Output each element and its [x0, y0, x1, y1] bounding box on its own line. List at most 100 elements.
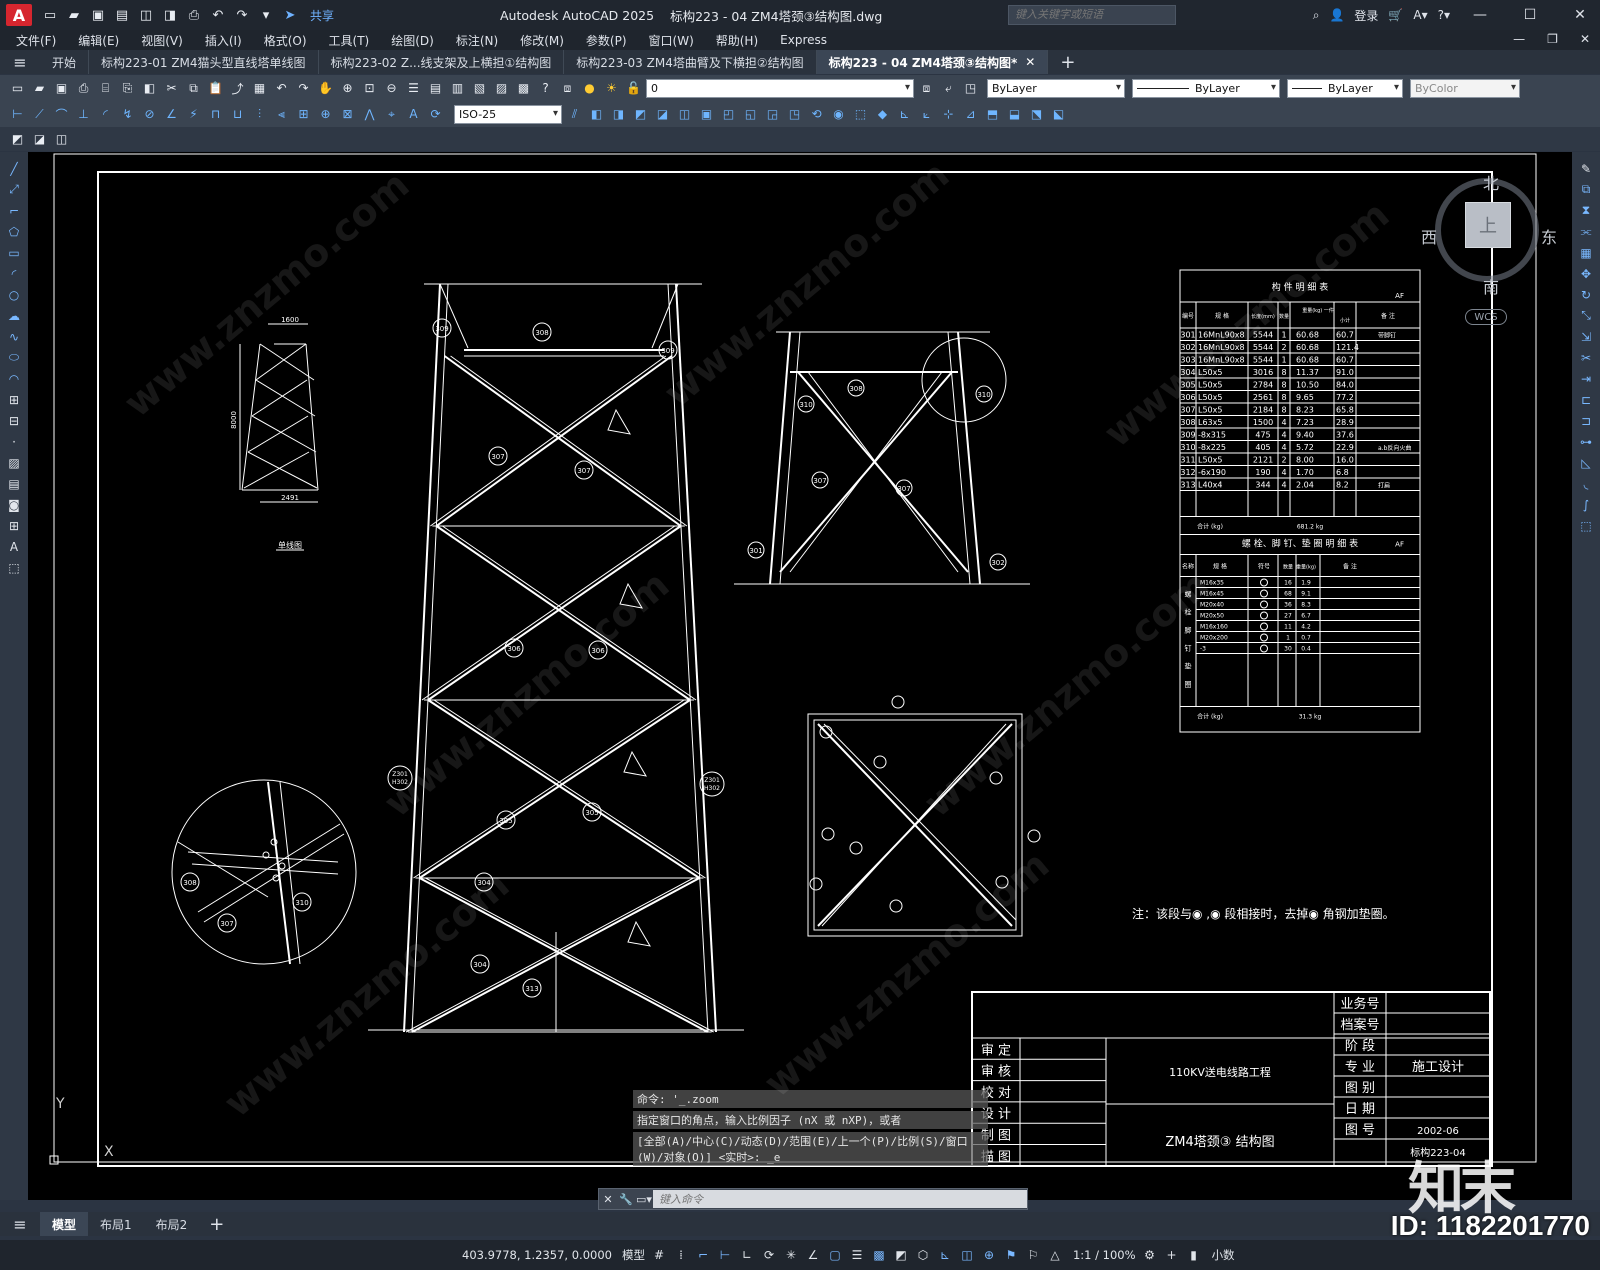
polar-icon[interactable]: ⟳ [761, 1248, 777, 1262]
join-icon[interactable]: ⊶ [1577, 433, 1595, 450]
compass-east[interactable]: 东 [1541, 224, 1557, 248]
file-tabs-menu-icon[interactable]: ≡ [0, 53, 40, 72]
block-editor-icon[interactable]: ▦ [250, 79, 269, 98]
menu-dimension[interactable]: 标注(N) [456, 32, 498, 49]
annotation-monitor-icon[interactable]: + [1164, 1248, 1180, 1262]
offset-icon[interactable]: ⫘ [1577, 223, 1595, 240]
dim-continue-icon[interactable]: ⊔ [228, 105, 247, 124]
break-point-icon[interactable]: ⊏ [1577, 391, 1595, 408]
tab-layout1[interactable]: 布局1 [88, 1212, 144, 1236]
view-back-icon[interactable]: ◨ [609, 105, 628, 124]
viewcube[interactable]: 北 南 西 东 上 WCS [1413, 162, 1563, 332]
menu-edit[interactable]: 编辑(E) [78, 32, 119, 49]
spline-icon[interactable]: ∿ [5, 328, 23, 345]
gizmo-icon[interactable]: ⊕ [981, 1248, 997, 1262]
workspace-icon[interactable]: ⚙ [1142, 1248, 1158, 1262]
compass-north[interactable]: 北 [1483, 170, 1499, 194]
dim-arc-icon[interactable]: ⌒ [52, 105, 71, 124]
menu-express[interactable]: Express [780, 33, 827, 47]
dim-ordinate-icon[interactable]: ⊥ [74, 105, 93, 124]
dim-text-edit-icon[interactable]: A [404, 105, 423, 124]
qnew-icon[interactable]: ▭ [8, 79, 27, 98]
close-tab-icon[interactable]: ✕ [1025, 55, 1035, 69]
menu-tools[interactable]: 工具(T) [329, 32, 370, 49]
ortho-icon[interactable]: ∟ [739, 1248, 755, 1262]
revcloud-icon[interactable]: ☁ [5, 307, 23, 324]
layer-properties-icon[interactable]: ⧈ [558, 79, 577, 98]
isodraft-icon[interactable]: ✳ [783, 1248, 799, 1262]
command-input[interactable] [653, 1190, 1027, 1208]
web-open-icon[interactable]: ◫ [136, 5, 156, 25]
inspection-icon[interactable]: ⊠ [338, 105, 357, 124]
lineweight-dropdown[interactable]: ByLayer [1287, 78, 1403, 98]
auto-scale-icon[interactable]: ⚐ [1025, 1248, 1041, 1262]
named-ucs-icon[interactable]: ◪ [30, 130, 49, 149]
app-menu-button[interactable]: A [6, 4, 32, 26]
viewcube-top-face[interactable]: 上 [1465, 202, 1511, 248]
circle-icon[interactable]: ○ [5, 286, 23, 303]
undo-icon[interactable]: ↶ [272, 79, 291, 98]
ucs-origin-icon[interactable]: ⊹ [939, 105, 958, 124]
dim-update-icon[interactable]: ⟳ [426, 105, 445, 124]
zoom-realtime-icon[interactable]: ⊕ [338, 79, 357, 98]
dim-edit-icon[interactable]: ⌖ [382, 105, 401, 124]
doc-minimize-button[interactable]: — [1513, 32, 1525, 46]
coordinate-readout[interactable]: 403.9778, 1.2357, 0.0000 [462, 1248, 612, 1262]
trim-icon[interactable]: ✂ [1577, 349, 1595, 366]
array-icon[interactable]: ▦ [1577, 244, 1595, 261]
layer-on-icon[interactable]: ● [580, 79, 599, 98]
ellipse-arc-icon[interactable]: ◠ [5, 370, 23, 387]
view-se-icon[interactable]: ◱ [741, 105, 760, 124]
rectangle-icon[interactable]: ▭ [5, 244, 23, 261]
help-icon[interactable]: ?▾ [1438, 8, 1450, 22]
menu-window[interactable]: 窗口(W) [649, 32, 694, 49]
grid-icon[interactable]: # [651, 1248, 667, 1262]
mirror-icon[interactable]: ⧗ [1577, 202, 1595, 219]
add-selected-icon[interactable]: ⬚ [5, 559, 23, 576]
polyline-icon[interactable]: ⌐ [5, 202, 23, 219]
extend-icon[interactable]: ⇥ [1577, 370, 1595, 387]
menu-help[interactable]: 帮助(H) [716, 32, 758, 49]
zoom-previous-icon[interactable]: ⊖ [382, 79, 401, 98]
layer-iso-icon[interactable]: ◳ [961, 79, 980, 98]
visual-style-icon[interactable]: ◆ [873, 105, 892, 124]
properties-icon[interactable]: ☰ [404, 79, 423, 98]
menu-modify[interactable]: 修改(M) [520, 32, 564, 49]
dim-baseline-icon[interactable]: ⊓ [206, 105, 225, 124]
dim-angular-icon[interactable]: ∠ [162, 105, 181, 124]
view-front-icon[interactable]: ◧ [587, 105, 606, 124]
ucs-face-icon[interactable]: ⬔ [1027, 105, 1046, 124]
menu-view[interactable]: 视图(V) [141, 32, 183, 49]
save-icon[interactable]: ▣ [88, 5, 108, 25]
publish-icon[interactable]: ⎘ [118, 79, 137, 98]
view-top-icon[interactable]: ◫ [675, 105, 694, 124]
mtext-icon[interactable]: A [5, 538, 23, 555]
dimstyle-icon[interactable]: ⫽ [565, 105, 584, 124]
color-dropdown[interactable]: ByLayer [987, 78, 1125, 98]
cart-icon[interactable]: 🛒 [1388, 8, 1403, 22]
construction-line-icon[interactable]: ⤢ [5, 181, 23, 198]
doc-close-button[interactable]: ✕ [1580, 32, 1590, 46]
share-icon[interactable]: ➤ [280, 5, 300, 25]
new-icon[interactable]: ▭ [40, 5, 60, 25]
dim-break-icon[interactable]: ⫷ [272, 105, 291, 124]
compass-west[interactable]: 西 [1421, 224, 1437, 248]
close-command-icon[interactable]: ✕ [599, 1193, 617, 1206]
open-icon[interactable]: ▰ [30, 79, 49, 98]
blend-icon[interactable]: ∫ [1577, 496, 1595, 513]
dynamic-input-icon[interactable]: ⊢ [717, 1248, 733, 1262]
view-left-icon[interactable]: ◩ [631, 105, 650, 124]
annotation-scale-icon[interactable]: △ [1047, 1248, 1063, 1262]
annotation-visibility-icon[interactable]: ⚑ [1003, 1248, 1019, 1262]
ucs-apply-icon[interactable]: ◩ [8, 130, 27, 149]
tab-drawing-01[interactable]: 标构223-01 ZM4猫头型直线塔单线图 [89, 50, 319, 74]
move-icon[interactable]: ✥ [1577, 265, 1595, 282]
cut-icon[interactable]: ✂ [162, 79, 181, 98]
dim-jogged-icon[interactable]: ↯ [118, 105, 137, 124]
tolerance-icon[interactable]: ⊞ [294, 105, 313, 124]
login-button[interactable]: 登录 [1354, 7, 1378, 24]
menu-insert[interactable]: 插入(I) [205, 32, 242, 49]
infer-icon[interactable]: ⌐ [695, 1248, 711, 1262]
layer-dropdown[interactable]: 0 [646, 78, 914, 98]
compass-south[interactable]: 南 [1483, 274, 1499, 298]
